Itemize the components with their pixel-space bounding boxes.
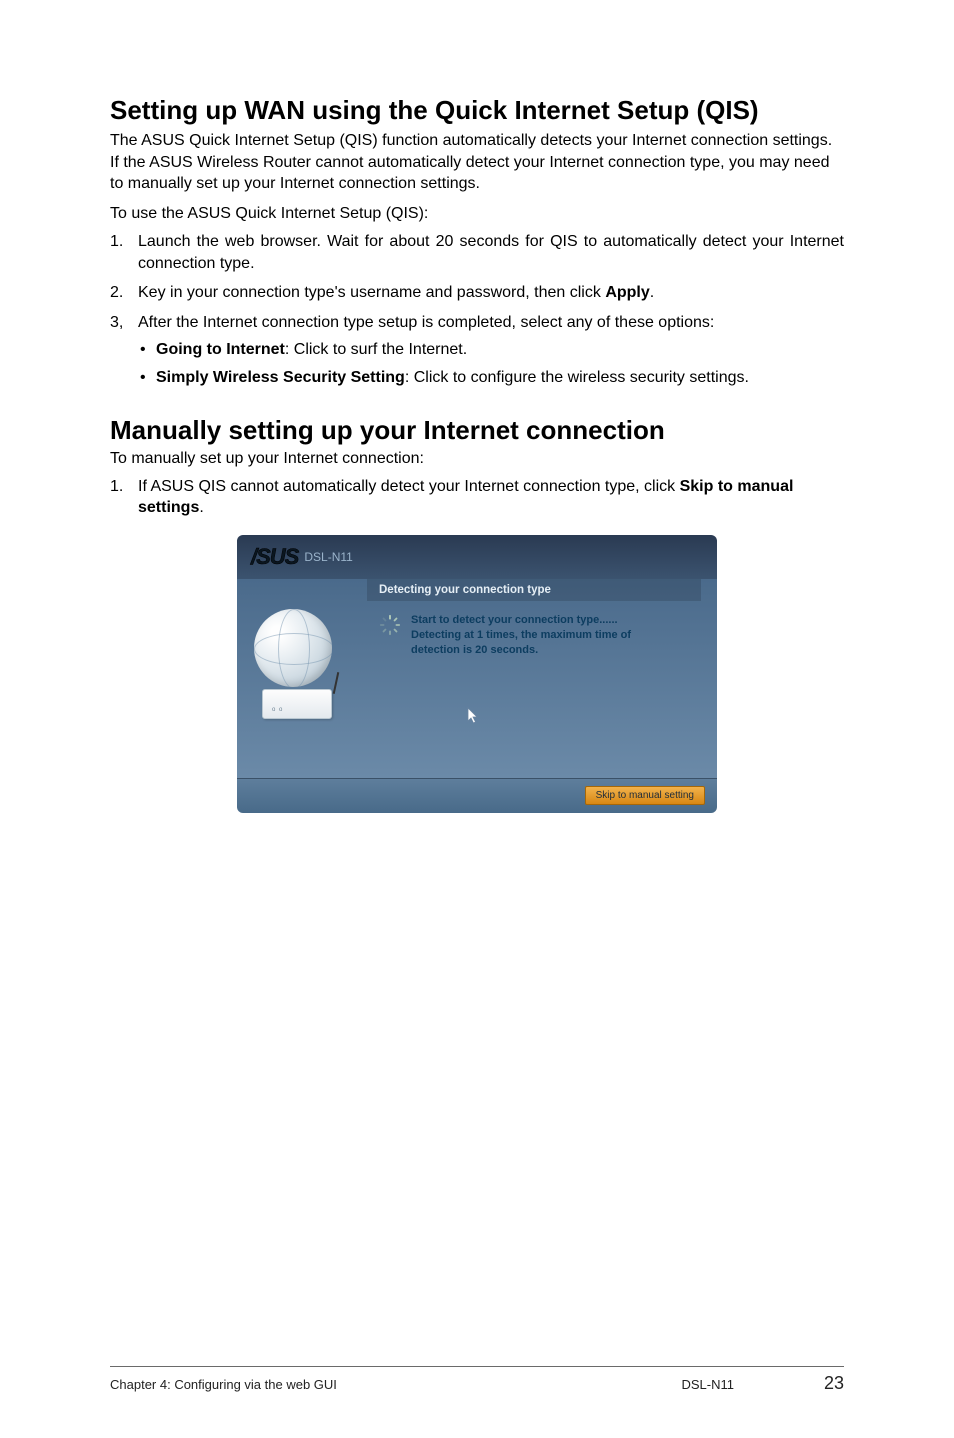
step-3: 3, After the Internet connection type se… (110, 312, 844, 389)
step-text: Launch the web browser. Wait for about 2… (138, 233, 844, 272)
footer-rule (110, 1366, 844, 1367)
footer-model: DSL-N11 (681, 1377, 734, 1392)
step-number: 1. (110, 476, 123, 498)
detect-message: Start to detect your connection type....… (411, 613, 631, 658)
option-bold: Going to Internet (156, 341, 285, 358)
screenshot-titlebar: /SUS DSL-N11 (237, 535, 717, 579)
heading-qis: Setting up WAN using the Quick Internet … (110, 95, 844, 126)
intro-paragraph: The ASUS Quick Internet Setup (QIS) func… (110, 130, 844, 195)
msg-line-3: detection is 20 seconds. (411, 643, 631, 658)
apply-label: Apply (605, 284, 649, 301)
screenshot-sidebar: o o (237, 579, 367, 778)
router-icon: o o (262, 689, 332, 719)
screenshot-footer: Skip to manual setting (237, 779, 717, 813)
msg-line-2: Detecting at 1 times, the maximum time o… (411, 628, 631, 643)
option-wireless: Simply Wireless Security Setting: Click … (138, 367, 844, 389)
option-bold: Simply Wireless Security Setting (156, 369, 405, 386)
step-number: 1. (110, 231, 123, 253)
msg-line-1: Start to detect your connection type....… (411, 613, 631, 628)
detect-row: Start to detect your connection type....… (367, 613, 701, 658)
router-leds: o o (272, 707, 283, 713)
detect-header: Detecting your connection type (367, 579, 701, 601)
manual-lead: To manually set up your Internet connect… (110, 450, 844, 468)
screenshot-main: Detecting your connection type (367, 579, 717, 778)
qis-lead: To use the ASUS Quick Internet Setup (QI… (110, 205, 844, 223)
option-rest: : Click to configure the wireless securi… (405, 369, 749, 386)
cursor-icon (467, 707, 481, 725)
step-text-post: . (199, 499, 203, 516)
qis-screenshot: /SUS DSL-N11 o o Detecting your connecti… (237, 535, 717, 813)
cursor-area (467, 707, 701, 730)
step-text-post: . (650, 284, 654, 301)
qis-steps: 1. Launch the web browser. Wait for abou… (110, 231, 844, 389)
option-rest: : Click to surf the Internet. (285, 341, 467, 358)
footer-row: Chapter 4: Configuring via the web GUI D… (110, 1373, 844, 1394)
asus-logo: /SUS (251, 544, 298, 570)
heading-manual: Manually setting up your Internet connec… (110, 415, 844, 446)
page-number: 23 (824, 1373, 844, 1394)
step-text-pre: If ASUS QIS cannot automatically detect … (138, 478, 680, 495)
page-footer: Chapter 4: Configuring via the web GUI D… (110, 1366, 844, 1394)
manual-steps: 1. If ASUS QIS cannot automatically dete… (110, 476, 844, 519)
globe-router-graphic: o o (254, 609, 354, 719)
skip-manual-button[interactable]: Skip to manual setting (585, 786, 705, 805)
option-going: Going to Internet: Click to surf the Int… (138, 339, 844, 361)
step-1: 1. Launch the web browser. Wait for abou… (110, 231, 844, 274)
step-number: 2. (110, 282, 123, 304)
manual-step-1: 1. If ASUS QIS cannot automatically dete… (110, 476, 844, 519)
step-text: After the Internet connection type setup… (138, 314, 714, 331)
screenshot-body: o o Detecting your connection type (237, 579, 717, 779)
step-2: 2. Key in your connection type's usernam… (110, 282, 844, 304)
options-list: Going to Internet: Click to surf the Int… (138, 339, 844, 388)
spinner-icon (379, 614, 401, 636)
step-number: 3, (110, 312, 123, 334)
footer-chapter: Chapter 4: Configuring via the web GUI (110, 1377, 337, 1392)
globe-icon (254, 609, 332, 687)
step-text-pre: Key in your connection type's username a… (138, 284, 605, 301)
model-label: DSL-N11 (304, 550, 352, 564)
